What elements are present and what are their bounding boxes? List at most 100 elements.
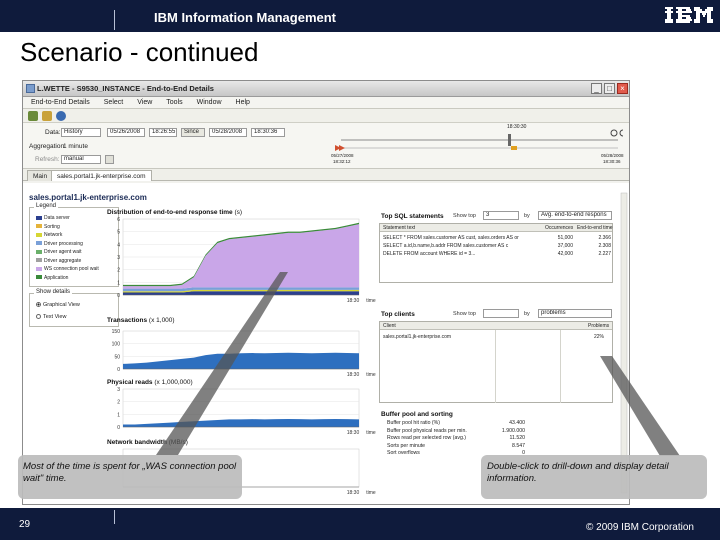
client-row-name[interactable]: sales.portal1.jk-enterprise.com	[383, 334, 451, 340]
top-clients-title: Top clients	[381, 311, 415, 318]
app-window: L.WETTE - S9530_INSTANCE - End-to-End De…	[22, 80, 630, 505]
col-statement-text: Statement text	[383, 225, 416, 231]
sql-row-time[interactable]: 2.308	[585, 243, 611, 249]
sql-row-text[interactable]: SELECT * FROM sales.customer AS cust, sa…	[383, 235, 538, 241]
ibm-logo	[665, 7, 713, 23]
y-tick-label: 150	[112, 329, 121, 335]
app-icon	[26, 84, 35, 93]
header-brand: IBM Information Management	[154, 10, 337, 25]
print-icon[interactable]	[42, 111, 52, 121]
x-axis-label: time	[366, 298, 376, 304]
y-tick-label: 2	[117, 400, 120, 406]
sql-row-time[interactable]: 2.366	[585, 235, 611, 241]
aggregation-value[interactable]: 1 minute	[63, 143, 88, 150]
menu-tools[interactable]: Tools	[166, 97, 182, 108]
y-tick-label: 3	[117, 255, 120, 261]
tab-main[interactable]: Main	[27, 170, 54, 181]
top-sql-by-label: by	[524, 213, 530, 219]
buffer-pool-metric-value: 1.900.000	[501, 427, 525, 434]
help-icon[interactable]	[56, 111, 66, 121]
zoom-out-icon[interactable]	[619, 129, 623, 137]
timeline-marker-icon[interactable]	[508, 134, 511, 146]
col-end-to-end-time: End-to-end time	[577, 225, 613, 231]
callout-right: Double-click to drill-down and display d…	[481, 455, 707, 499]
tab-bar: Main sales.portal1.jk-enterprise.com	[23, 169, 629, 181]
top-sql-sort-select[interactable]: Avg. end-to-end respons	[538, 211, 612, 220]
page-number: 29	[19, 519, 31, 530]
sql-row-occ[interactable]: 51,000	[545, 235, 573, 241]
refresh-label: Refresh:	[35, 156, 60, 163]
y-tick-label: 100	[112, 342, 121, 348]
buffer-pool-metric-value: 43.400	[509, 420, 525, 426]
data-label: Data:	[45, 129, 61, 136]
top-clients-by-label: by	[524, 311, 530, 317]
minimize-button[interactable]: _	[591, 83, 602, 94]
y-tick-label: 50	[114, 354, 120, 360]
timeline-marker-label: 18:30:30	[507, 124, 527, 130]
window-title: L.WETTE - S9530_INSTANCE - End-to-End De…	[37, 84, 214, 93]
buffer-pool-metric-label: Buffer pool physical reads per min.	[387, 427, 467, 434]
data-select[interactable]: History	[61, 128, 101, 137]
top-clients-sort-select[interactable]: problems	[538, 309, 612, 318]
maximize-button[interactable]: □	[604, 83, 615, 94]
slide-title: Scenario - continued	[20, 37, 259, 67]
sql-row-occ[interactable]: 37,000	[545, 243, 573, 249]
top-clients-show-top-label: Show top	[453, 311, 476, 317]
top-clients-table: Client Problems sales.portal1.jk-enterpr…	[379, 321, 613, 403]
toolbar	[23, 109, 629, 123]
y-tick-label: 5	[117, 230, 120, 236]
callout-left-text: Most of the time is spent for „WAS conne…	[23, 461, 237, 484]
timeline-slider[interactable]	[333, 128, 623, 166]
aggregation-label: Aggregation:	[29, 143, 66, 150]
header-separator	[114, 10, 115, 30]
y-tick-label: 1	[117, 412, 120, 418]
sql-row-text[interactable]: SELECT a.id,b.name,b.addr FROM sales.cus…	[383, 243, 538, 249]
buffer-pool-metric-value: 8.547	[512, 442, 525, 449]
slide-header-bar: IBM Information Management	[0, 0, 720, 32]
buffer-pool-title: Buffer pool and sorting	[381, 411, 453, 418]
timeline-start-time: 18:32:12	[333, 159, 351, 164]
timeline-start-date: 05/27/2008	[331, 153, 354, 158]
menu-help[interactable]: Help	[236, 97, 250, 108]
to-date-field[interactable]: 05/28/2008	[209, 128, 247, 137]
filter-panel: Data: History 05/26/2008 18:26:55 Since …	[23, 123, 629, 169]
menu-view[interactable]: View	[137, 97, 152, 108]
from-time-field[interactable]: 18:26:55	[149, 128, 177, 137]
buffer-pool-metric-value: 11.520	[509, 435, 525, 441]
window-titlebar: L.WETTE - S9530_INSTANCE - End-to-End De…	[23, 81, 629, 97]
close-button[interactable]: ×	[617, 83, 628, 94]
menu-window[interactable]: Window	[197, 97, 222, 108]
copyright: © 2009 IBM Corporation	[586, 522, 694, 533]
slide-footer-bar: 29 © 2009 IBM Corporation	[0, 508, 720, 540]
from-date-field[interactable]: 05/26/2008	[107, 128, 145, 137]
top-sql-title: Top SQL statements	[381, 213, 444, 220]
buffer-pool-metric-label: Sort overflows	[387, 450, 420, 456]
menu-select[interactable]: Select	[104, 97, 123, 108]
since-button[interactable]: Since	[181, 128, 205, 137]
to-time-field[interactable]: 18:30:36	[251, 128, 285, 137]
y-tick-label: 0	[117, 425, 120, 431]
x-tick-label: 18:30	[347, 372, 360, 378]
sql-row-text[interactable]: DELETE FROM account WHERE id = 3...	[383, 251, 538, 257]
col-client: Client	[383, 323, 396, 329]
top-clients-count-select[interactable]	[483, 309, 519, 318]
sql-row-time[interactable]: 2.227	[585, 251, 611, 257]
top-sql-count-select[interactable]: 3	[483, 211, 519, 220]
refresh-arrow-icon[interactable]	[105, 155, 114, 164]
y-tick-label: 2	[117, 268, 120, 274]
menu-end-to-end-details[interactable]: End-to-End Details	[31, 97, 90, 108]
vertical-scrollbar	[620, 192, 628, 494]
menu-bar: End-to-End Details Select View Tools Win…	[23, 97, 629, 109]
tab-server[interactable]: sales.portal1.jk-enterprise.com	[51, 170, 152, 181]
top-sql-table: Statement text Occurrences End-to-end ti…	[379, 223, 613, 283]
client-row-problems[interactable]: 22%	[594, 334, 604, 340]
x-tick-label: 18:30	[347, 490, 360, 496]
sql-row-occ[interactable]: 42,000	[545, 251, 573, 257]
col-occurrences: Occurrences	[545, 225, 574, 231]
refresh-select[interactable]: manual	[61, 155, 101, 164]
callout-left: Most of the time is spent for „WAS conne…	[18, 455, 242, 499]
refresh-icon[interactable]	[28, 111, 38, 121]
buffer-pool-metric-label: Rows read per selected row (avg.)	[387, 435, 466, 441]
footer-separator	[114, 510, 115, 524]
zoom-in-icon[interactable]	[610, 129, 618, 137]
